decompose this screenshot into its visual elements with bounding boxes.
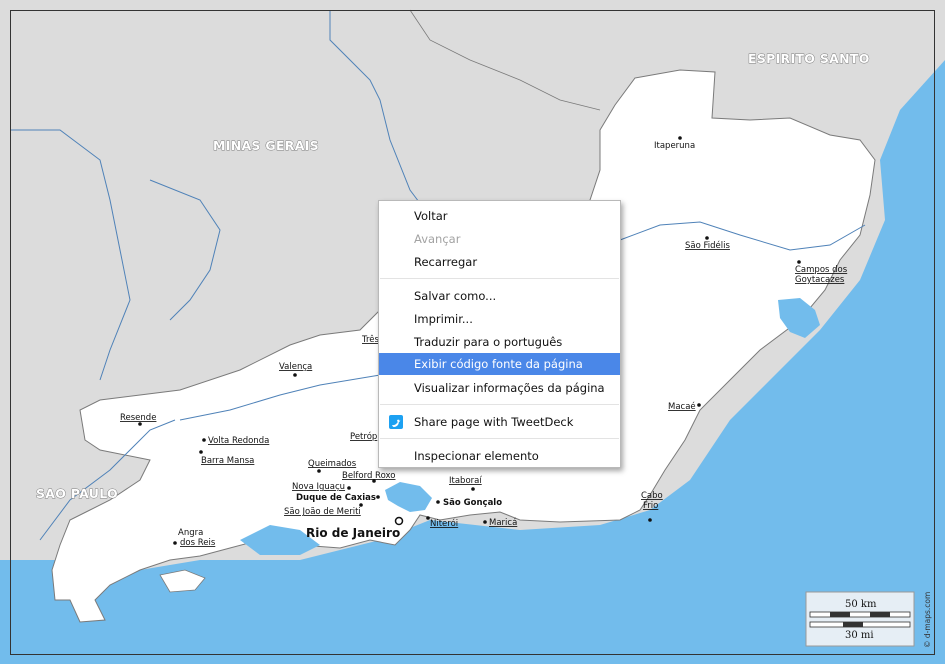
- city-cabo-frio-2: Frio: [643, 501, 658, 511]
- menu-item-translate[interactable]: Traduzir para o português: [379, 331, 620, 353]
- city-cabo-frio-1: Cabo: [641, 491, 663, 501]
- city-volta-redonda: Volta Redonda: [208, 436, 269, 446]
- map-viewer: MINAS GERAIS ESPIRITO SANTO SAO PAULO It…: [0, 0, 945, 664]
- menu-separator: [380, 404, 619, 405]
- city-niteroi: Niterói: [430, 518, 458, 529]
- map-credit: © d-maps.com: [923, 592, 932, 648]
- city-angra-1: Angra: [178, 528, 203, 538]
- city-campos-2: Goytacazes: [795, 275, 845, 285]
- city-belford-roxo: Belford Roxo: [342, 471, 396, 481]
- menu-item-forward: Avançar: [414, 232, 461, 246]
- city-macae: Macaé: [668, 401, 696, 412]
- label-sao-paulo: SAO PAULO: [36, 486, 118, 501]
- city-barra-mansa: Barra Mansa: [201, 456, 254, 466]
- city-sao-joao-de-meriti: São João de Meriti: [284, 507, 361, 517]
- scale-bar: 50 km 30 mi: [805, 591, 915, 647]
- menu-item-save-as[interactable]: Salvar como...: [379, 285, 620, 307]
- city-tres-rios: Três: [361, 334, 379, 345]
- tweetdeck-label: Share page with TweetDeck: [414, 415, 574, 429]
- menu-item-back[interactable]: Voltar: [379, 205, 620, 227]
- city-rio-de-janeiro: Rio de Janeiro: [306, 526, 400, 540]
- menu-item-tweetdeck[interactable]: Share page with TweetDeck: [379, 411, 620, 433]
- tweetdeck-icon: [389, 415, 403, 429]
- city-duque-de-caxias: Duque de Caxias: [296, 493, 376, 503]
- menu-separator: [380, 278, 619, 279]
- scale-km-label: 50 km: [845, 599, 877, 610]
- context-menu: Voltar Avançar Recarregar Salvar como...…: [378, 200, 621, 468]
- city-resende: Resende: [120, 413, 156, 423]
- city-valenca: Valença: [279, 362, 312, 372]
- city-queimados: Queimados: [308, 459, 357, 469]
- city-sao-fidelis: São Fidélis: [685, 240, 730, 251]
- menu-item-reload[interactable]: Recarregar: [379, 251, 620, 273]
- city-sao-goncalo: São Gonçalo: [443, 498, 502, 508]
- city-petropolis: Petróp: [350, 431, 377, 442]
- city-itaperuna: Itaperuna: [654, 141, 695, 151]
- menu-item-page-info[interactable]: Visualizar informações da página: [379, 377, 620, 399]
- menu-item-inspect[interactable]: Inspecionar elemento: [379, 445, 620, 467]
- capital-marker: [394, 516, 404, 526]
- city-nova-iguacu: Nova Iguaçu: [292, 482, 345, 492]
- label-minas-gerais: MINAS GERAIS: [213, 138, 319, 153]
- menu-item-view-source[interactable]: Exibir código fonte da página: [379, 353, 620, 375]
- city-marica: Maricá: [489, 518, 517, 528]
- menu-separator: [380, 438, 619, 439]
- city-angra-2: dos Reis: [180, 538, 216, 548]
- city-campos-1: Campos dos: [795, 265, 848, 275]
- city-itaborai: Itaboraí: [449, 476, 482, 486]
- label-espirito-santo: ESPIRITO SANTO: [748, 51, 870, 66]
- menu-item-print[interactable]: Imprimir...: [379, 308, 620, 330]
- scale-mi-label: 30 mi: [845, 630, 874, 641]
